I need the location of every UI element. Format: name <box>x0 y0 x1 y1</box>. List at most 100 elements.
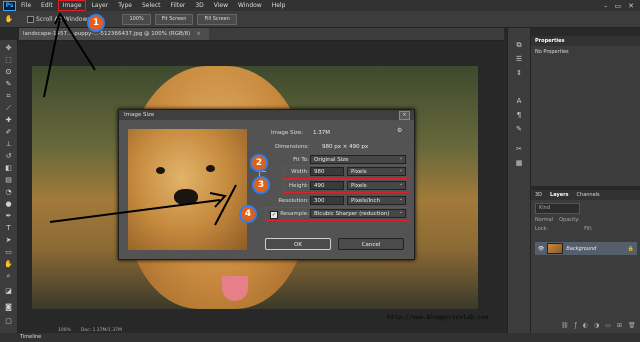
resolution-unit-select[interactable]: Pixels/Inch <box>347 195 406 205</box>
menu-help[interactable]: Help <box>267 0 291 11</box>
layer-row-background[interactable]: 👁 Background 🔒 <box>535 242 637 255</box>
photoshop-logo: Ps <box>3 0 16 11</box>
resample-checkbox[interactable]: ✓ <box>270 211 278 219</box>
layers-header: 3D Layers Channels <box>531 190 640 200</box>
eye-icon[interactable]: 👁 <box>538 246 544 252</box>
menu-3d[interactable]: 3D <box>190 0 208 11</box>
panel-icon-strip: ⧉ ☰ ⇕ A ¶ ✎ ✂ ▦ <box>507 28 530 333</box>
tab-layers[interactable]: Layers <box>550 190 569 200</box>
eraser-tool-icon[interactable]: ◧ <box>3 163 14 173</box>
layer-lock-row: Lock: Fill: <box>535 226 637 232</box>
maximize-icon[interactable]: ▭ <box>615 2 622 10</box>
height-input[interactable]: 490 <box>310 181 344 190</box>
height-label: Height: <box>288 183 309 189</box>
width-input[interactable]: 980 <box>310 167 344 176</box>
resample-label: Resample: <box>280 211 309 217</box>
step-badge-2: 2 <box>250 154 268 172</box>
tools-preset-icon[interactable]: ✂ <box>513 144 525 154</box>
tab-properties[interactable]: Properties <box>535 36 564 46</box>
menu-type[interactable]: Type <box>113 0 137 11</box>
healing-brush-icon[interactable]: ✚ <box>3 115 14 125</box>
menu-layer[interactable]: Layer <box>86 0 113 11</box>
move-tool-icon[interactable]: ✥ <box>3 43 14 53</box>
dog-nose <box>174 189 198 205</box>
swatches-icon[interactable]: ▦ <box>513 158 525 168</box>
image-size-label: Image Size: <box>271 130 304 136</box>
minimize-icon[interactable]: – <box>604 2 608 10</box>
tab-channels[interactable]: Channels <box>577 190 600 200</box>
fill-screen-button[interactable]: Fill Screen <box>197 13 237 25</box>
pen-tool-icon[interactable]: ✒ <box>3 211 14 221</box>
resolution-label: Resolution: <box>278 198 309 204</box>
document-tab[interactable]: landscape-1457...-puppy-...-512366437.jp… <box>19 28 209 40</box>
step-badge-3: 3 <box>252 176 270 194</box>
trash-icon[interactable]: 🗑 <box>628 322 636 329</box>
menu-select[interactable]: Select <box>137 0 166 11</box>
menu-window[interactable]: Window <box>233 0 267 11</box>
color-swatch-icon[interactable]: ◪ <box>3 286 14 296</box>
adjustment-icon[interactable]: ◑ <box>594 322 599 329</box>
brush-preset-icon[interactable]: ✎ <box>513 124 525 134</box>
menu-filter[interactable]: Filter <box>166 0 191 11</box>
ok-button[interactable]: OK <box>265 238 331 250</box>
crop-tool-icon[interactable]: ⌗ <box>3 91 14 101</box>
menu-image[interactable]: Image <box>57 0 87 11</box>
properties-body: No Properties <box>535 49 569 55</box>
timeline-label: Timeline <box>20 334 42 340</box>
height-unit-select[interactable]: Pixels <box>347 180 406 190</box>
marquee-tool-icon[interactable]: ⬚ <box>3 55 14 65</box>
rectangle-tool-icon[interactable]: ▭ <box>3 247 14 257</box>
paragraph-icon[interactable]: ¶ <box>513 110 525 120</box>
zoom-tool-icon[interactable]: ⌕ <box>3 271 14 281</box>
width-unit-select[interactable]: Pixels <box>347 166 406 176</box>
gradient-tool-icon[interactable]: ▤ <box>3 175 14 185</box>
brush-tool-icon[interactable]: ✐ <box>3 127 14 137</box>
menu-bar: Ps File Edit Image Layer Type Select Fil… <box>0 0 640 11</box>
zoom-level[interactable]: 100% <box>58 328 71 333</box>
fit-screen-button[interactable]: Fit Screen <box>154 13 194 25</box>
timeline-panel[interactable]: Timeline <box>0 333 640 342</box>
step-badge-1: 1 <box>87 14 105 32</box>
path-select-icon[interactable]: ➤ <box>3 235 14 245</box>
dodge-tool-icon[interactable]: ● <box>3 199 14 209</box>
hand-tool-icon[interactable]: ✋ <box>3 14 15 24</box>
layer-thumbnail <box>547 243 564 254</box>
gear-icon[interactable]: ⚙ <box>397 127 402 134</box>
resample-select[interactable]: Bicubic Sharper (reduction) <box>310 208 406 218</box>
blend-mode-select[interactable]: Normal <box>535 217 553 223</box>
screen-mode-icon[interactable]: ▢ <box>3 316 14 326</box>
lasso-tool-icon[interactable]: ʘ <box>3 67 14 77</box>
clone-stamp-icon[interactable]: ⊥ <box>3 139 14 149</box>
new-layer-icon[interactable]: ⊞ <box>617 322 622 329</box>
dog-eye-right <box>206 165 215 172</box>
type-tool-icon[interactable]: T <box>3 223 14 233</box>
hand-tool-icon[interactable]: ✋ <box>3 259 14 269</box>
adjust-icon[interactable]: ⇕ <box>513 68 525 78</box>
layer-options-row: Normal Opacity: <box>535 217 637 223</box>
zoom-100-button[interactable]: 100% <box>122 13 151 25</box>
folder-icon[interactable]: ▭ <box>605 322 611 329</box>
fit-to-select[interactable]: Original Size <box>310 154 406 164</box>
blur-tool-icon[interactable]: ◔ <box>3 187 14 197</box>
mask-icon[interactable]: ◐ <box>583 322 588 329</box>
history-icon[interactable]: ⧉ <box>513 40 525 50</box>
quick-mask-icon[interactable]: ◙ <box>3 302 14 312</box>
menu-file[interactable]: File <box>16 0 36 11</box>
scroll-all-windows-checkbox[interactable]: Scroll All Windows <box>27 15 90 23</box>
character-icon[interactable]: A <box>513 96 525 106</box>
menu-view[interactable]: View <box>209 0 233 11</box>
close-icon[interactable]: ✕ <box>628 2 634 10</box>
close-tab-icon[interactable]: × <box>196 31 201 37</box>
fx-icon[interactable]: ƒ <box>575 322 577 329</box>
properties-icon[interactable]: ☰ <box>513 54 525 64</box>
quick-select-tool-icon[interactable]: ✎ <box>3 79 14 89</box>
tab-3d[interactable]: 3D <box>535 190 542 200</box>
layer-kind-filter[interactable]: Kind <box>535 203 580 214</box>
eyedropper-tool-icon[interactable]: ⟋ <box>3 103 14 113</box>
history-brush-icon[interactable]: ↺ <box>3 151 14 161</box>
resolution-input[interactable]: 300 <box>310 196 344 205</box>
menu-edit[interactable]: Edit <box>36 0 58 11</box>
link-layers-icon[interactable]: ⛓ <box>561 322 569 329</box>
cancel-button[interactable]: Cancel <box>338 238 404 250</box>
dialog-close-button[interactable]: × <box>399 111 410 120</box>
